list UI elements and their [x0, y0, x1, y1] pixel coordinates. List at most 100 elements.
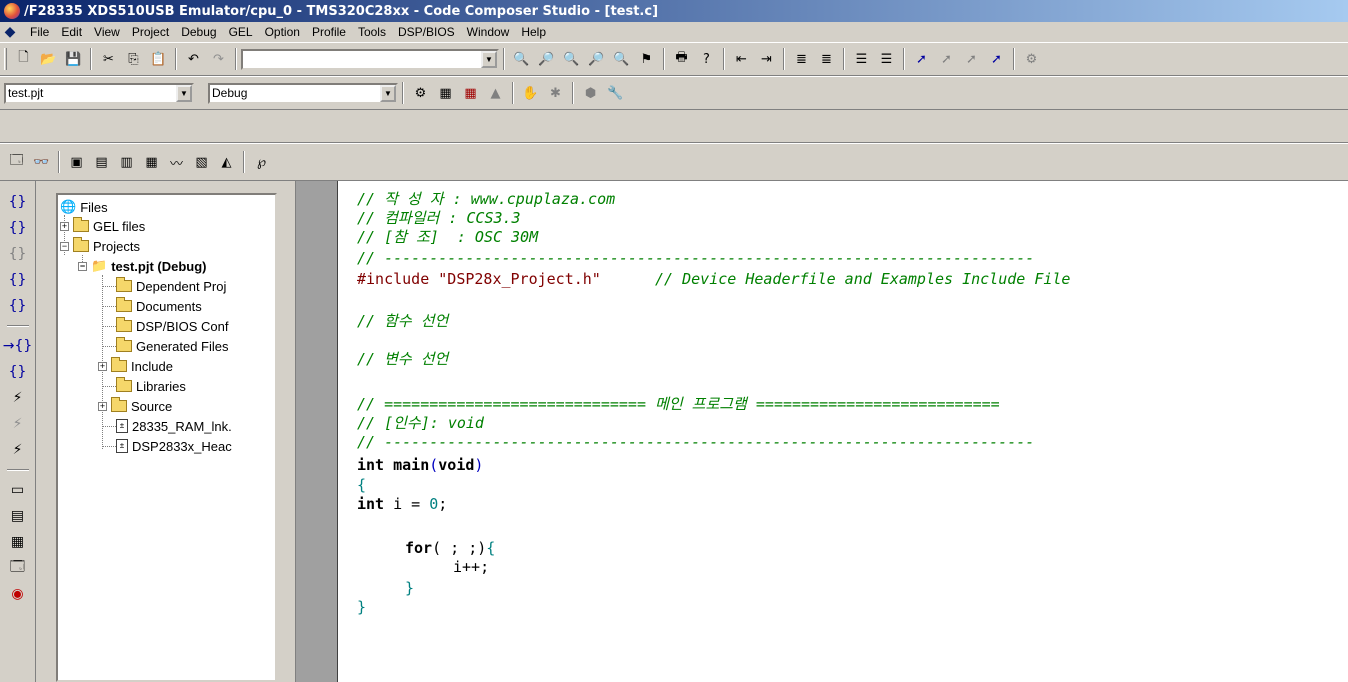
print-icon[interactable]: 🖶: [670, 48, 693, 70]
find-in-files-icon[interactable]: 🔎: [585, 48, 608, 70]
graph-icon[interactable]: 〰: [165, 151, 188, 173]
replace-icon[interactable]: 🔍: [610, 48, 633, 70]
memory-icon[interactable]: ▣: [65, 151, 88, 173]
redo-icon[interactable]: ↷: [207, 48, 230, 70]
menu-project[interactable]: Project: [126, 25, 175, 39]
asm-step-over-icon[interactable]: {}: [6, 361, 29, 383]
rebuild-icon[interactable]: ➚: [935, 48, 958, 70]
undo-icon[interactable]: ↶: [182, 48, 205, 70]
config-combo[interactable]: Debug ▼: [208, 82, 398, 104]
stop-build-icon[interactable]: ➚: [960, 48, 983, 70]
tree-dspbios-config[interactable]: DSP/BIOS Conf: [116, 316, 228, 336]
set-pc-icon[interactable]: {}: [6, 295, 29, 317]
expand-minus-icon[interactable]: −: [78, 261, 87, 271]
probe-icon[interactable]: ⬢: [579, 82, 602, 104]
clear-bookmarks-icon[interactable]: ≣: [815, 48, 838, 70]
tree-project[interactable]: − 📁 test.pjt (Debug): [78, 256, 207, 276]
step-into-icon[interactable]: {}: [6, 191, 29, 213]
find-next-icon[interactable]: 🔎: [535, 48, 558, 70]
toggle-bookmark-icon[interactable]: ≣: [790, 48, 813, 70]
copy-icon[interactable]: ⎘: [122, 48, 145, 70]
toolbar-grip[interactable]: [4, 48, 7, 70]
menu-tools[interactable]: Tools: [352, 25, 392, 39]
tree-include[interactable]: + Include: [98, 356, 173, 376]
build-icon[interactable]: ➚: [910, 48, 933, 70]
animate-icon[interactable]: ⚡: [6, 439, 29, 461]
chevron-down-icon[interactable]: ▼: [380, 84, 396, 102]
menu-profile[interactable]: Profile: [306, 25, 352, 39]
registers-icon[interactable]: ▤: [90, 151, 113, 173]
find-prev-icon[interactable]: 🔍: [560, 48, 583, 70]
open-folder-icon[interactable]: 📂: [37, 48, 60, 70]
watch-icon[interactable]: 👓: [30, 151, 53, 173]
halt-icon[interactable]: ⚡: [6, 413, 29, 435]
step-over-icon[interactable]: {}: [6, 217, 29, 239]
indent-icon[interactable]: ⇥: [755, 48, 778, 70]
expand-plus-icon[interactable]: +: [98, 401, 107, 411]
editor-gutter[interactable]: [295, 181, 337, 682]
outdent-icon[interactable]: ⇤: [730, 48, 753, 70]
project-combo[interactable]: test.pjt ▼: [4, 82, 194, 104]
step-out-icon[interactable]: {}: [6, 243, 29, 265]
comment-icon[interactable]: ☰: [850, 48, 873, 70]
memory-window-icon[interactable]: ▤: [6, 505, 29, 527]
plugin-icon[interactable]: ⚙: [1020, 48, 1043, 70]
menu-window[interactable]: Window: [461, 25, 516, 39]
rebuild-all-icon[interactable]: ▦: [459, 82, 482, 104]
call-stack-icon[interactable]: ▦: [6, 531, 29, 553]
compile-icon[interactable]: ➚: [985, 48, 1008, 70]
tree-linker-cmd[interactable]: ± 28335_RAM_lnk.: [116, 416, 232, 436]
menu-help[interactable]: Help: [515, 25, 552, 39]
find-icon[interactable]: 🔍: [510, 48, 533, 70]
bookmark-icon[interactable]: ⚑: [635, 48, 658, 70]
menu-file[interactable]: File: [24, 25, 55, 39]
ccs-logo-icon[interactable]: ◆: [2, 24, 18, 40]
tree-generated-files[interactable]: Generated Files: [116, 336, 229, 356]
expression-icon[interactable]: ▭: [6, 479, 29, 501]
run-to-cursor-icon[interactable]: {}: [6, 269, 29, 291]
stop-icon[interactable]: ▲: [484, 82, 507, 104]
image-icon[interactable]: ▧: [190, 151, 213, 173]
wrench-icon[interactable]: 🔧: [604, 82, 627, 104]
workspace-icon[interactable]: 🗔: [5, 151, 28, 173]
menu-edit[interactable]: Edit: [55, 25, 88, 39]
cut-icon[interactable]: ✂: [97, 48, 120, 70]
uncomment-icon[interactable]: ☰: [875, 48, 898, 70]
menu-view[interactable]: View: [88, 25, 126, 39]
tree-projects[interactable]: − Projects: [60, 236, 140, 256]
breakpoint-icon[interactable]: ✱: [544, 82, 567, 104]
expand-plus-icon[interactable]: +: [98, 361, 107, 371]
stack-icon[interactable]: ▦: [140, 151, 163, 173]
tree-source[interactable]: + Source: [98, 396, 172, 416]
asm-step-into-icon[interactable]: →{}: [3, 335, 33, 357]
tree-header-cmd[interactable]: ± DSP2833x_Heac: [116, 436, 232, 456]
run-icon[interactable]: ⚡: [6, 387, 29, 409]
tree-root[interactable]: 🌐 Files: [60, 197, 108, 217]
splitter[interactable]: [281, 181, 295, 682]
menu-debug[interactable]: Debug: [175, 25, 222, 39]
context-help-icon[interactable]: ?: [695, 48, 718, 70]
tree-dependent-projects[interactable]: Dependent Proj: [116, 276, 226, 296]
menu-gel[interactable]: GEL: [223, 25, 259, 39]
view-icon[interactable]: 🗔: [6, 557, 29, 579]
menu-dspbios[interactable]: DSP/BIOS: [392, 25, 461, 39]
new-file-icon[interactable]: 🗋: [12, 48, 35, 70]
chevron-down-icon[interactable]: ▼: [481, 50, 497, 68]
halt-hand-icon[interactable]: ✋: [519, 82, 542, 104]
paste-icon[interactable]: 📋: [147, 48, 170, 70]
record-icon[interactable]: ◉: [6, 583, 29, 605]
search-combo[interactable]: ▼: [241, 48, 499, 70]
incremental-build-icon[interactable]: ▦: [434, 82, 457, 104]
code-editor[interactable]: // 작 성 자 : www.cpuplaza.com // 컴파일러 : CC…: [351, 181, 1348, 682]
chevron-down-icon[interactable]: ▼: [176, 84, 192, 102]
expand-plus-icon[interactable]: +: [60, 221, 69, 231]
save-icon[interactable]: 💾: [62, 48, 85, 70]
tree-documents[interactable]: Documents: [116, 296, 202, 316]
menu-option[interactable]: Option: [259, 25, 306, 39]
plot-icon[interactable]: ◭: [215, 151, 238, 173]
compile-file-icon[interactable]: ⚙: [409, 82, 432, 104]
disassembly-icon[interactable]: ▥: [115, 151, 138, 173]
tree-gel-files[interactable]: + GEL files: [60, 216, 145, 236]
expand-minus-icon[interactable]: −: [60, 241, 69, 251]
analyzer-icon[interactable]: ℘: [250, 151, 273, 173]
